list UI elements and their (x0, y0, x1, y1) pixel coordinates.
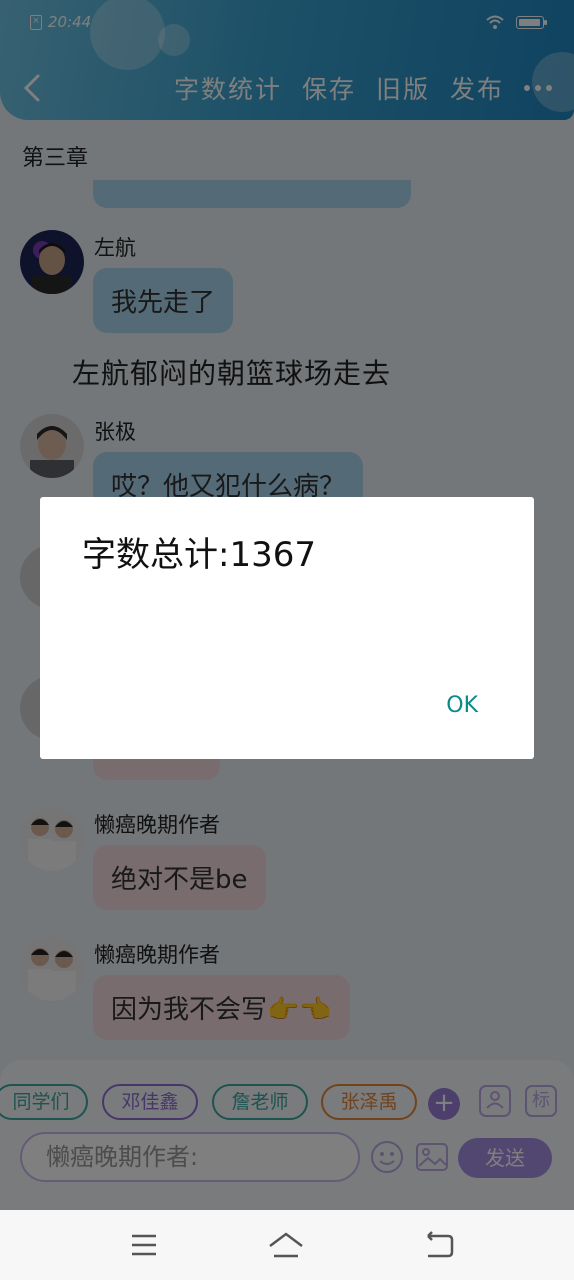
dialog-message: 字数总计:1367 (82, 535, 316, 575)
system-nav-bar (0, 1210, 574, 1280)
ok-button[interactable]: OK (446, 693, 478, 718)
word-count-dialog: 字数总计:1367 OK (40, 497, 534, 759)
back-arrow-icon[interactable] (418, 1228, 458, 1262)
home-icon[interactable] (266, 1228, 306, 1262)
menu-icon[interactable] (124, 1228, 164, 1262)
